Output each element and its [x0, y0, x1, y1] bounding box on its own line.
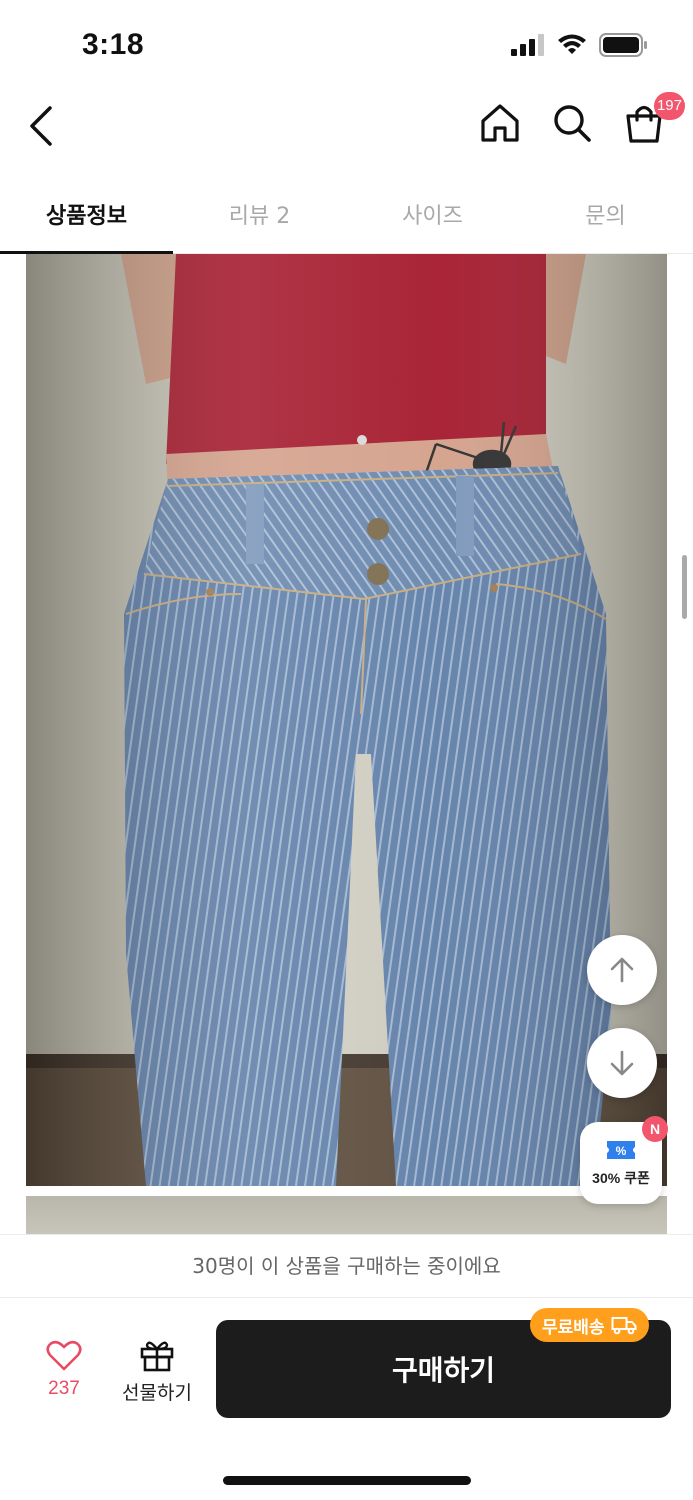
- buying-now-banner: 30명이 이 상품을 구매하는 중이에요: [0, 1234, 693, 1298]
- arrow-up-icon: [610, 957, 634, 983]
- bottom-panel: 30명이 이 상품을 구매하는 중이에요 237 선물하기 구매하기 무료배송: [0, 1234, 693, 1500]
- tab-reviews[interactable]: 리뷰 2: [173, 176, 346, 253]
- battery-icon: [599, 33, 647, 57]
- status-time: 3:18: [82, 28, 145, 61]
- scroll-down-button[interactable]: [587, 1028, 657, 1098]
- free-shipping-label: 무료배송: [542, 1317, 605, 1338]
- nav-actions: 197: [479, 92, 685, 144]
- gift-label: 선물하기: [122, 1382, 192, 1404]
- heart-icon: [46, 1340, 82, 1371]
- next-product-photo: [26, 1196, 667, 1236]
- scroll-indicator[interactable]: [682, 555, 687, 619]
- back-icon: [30, 106, 52, 146]
- product-photo-illustration: [26, 254, 667, 1186]
- new-badge: N: [642, 1116, 668, 1142]
- gift-icon: [140, 1341, 174, 1372]
- svg-text:%: %: [616, 1144, 627, 1158]
- search-icon: [554, 105, 591, 142]
- tab-inquiry[interactable]: 문의: [519, 176, 692, 253]
- search-button[interactable]: [551, 102, 593, 144]
- arrow-down-icon: [610, 1050, 634, 1076]
- cart-count-badge: 197: [653, 92, 685, 120]
- like-button[interactable]: 237: [30, 1340, 98, 1400]
- home-button[interactable]: [479, 102, 521, 144]
- product-photo[interactable]: [26, 254, 667, 1186]
- coupon-icon: %: [607, 1141, 635, 1159]
- product-tabs: 상품정보 리뷰 2 사이즈 문의: [0, 176, 693, 254]
- coupon-button[interactable]: % 30% 쿠폰 N: [580, 1116, 668, 1204]
- tab-size[interactable]: 사이즈: [346, 176, 519, 253]
- home-indicator: [223, 1476, 471, 1485]
- like-count: 237: [48, 1378, 80, 1399]
- cellular-signal-icon: [511, 34, 544, 56]
- home-icon: [481, 104, 519, 142]
- status-icons: [511, 33, 649, 57]
- tab-product-info[interactable]: 상품정보: [0, 176, 173, 254]
- scroll-up-button[interactable]: [587, 935, 657, 1005]
- back-button[interactable]: [24, 104, 64, 148]
- status-bar: 3:18: [0, 0, 693, 88]
- coupon-label: 30% 쿠폰: [592, 1170, 650, 1186]
- truck-icon: [611, 1317, 637, 1335]
- cart-button[interactable]: 197: [623, 92, 685, 144]
- wifi-icon: [558, 34, 586, 54]
- gift-button[interactable]: 선물하기: [112, 1338, 202, 1405]
- nav-bar: 197: [0, 88, 693, 166]
- free-shipping-badge: 무료배송: [530, 1308, 649, 1342]
